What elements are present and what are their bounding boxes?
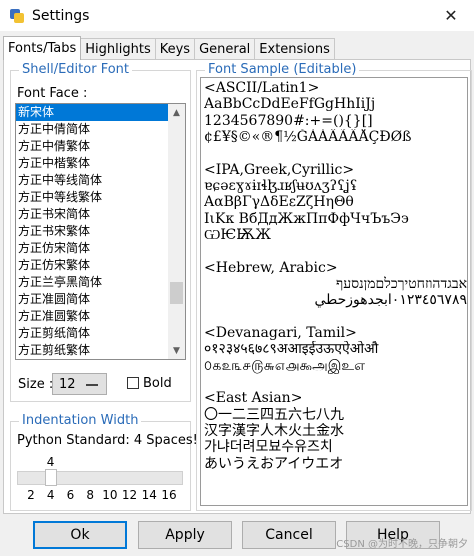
font-list: 新宋体 方正中倩简体 方正中倩繁体 方正中楷繁体 方正中等线简体 方正中等线繁体 方正书宋简…: [16, 104, 168, 359]
sample-line: <ASCII/Latin1>: [204, 80, 320, 96]
scroll-down-icon[interactable]: ▼: [168, 342, 185, 359]
sample-line: ɐɕəɛɣɤɨɪɬɮɹʁʃʉʊʌʒʔʕʝʢ: [204, 178, 358, 195]
slider-tick-label: 2: [27, 488, 35, 502]
slider-tick-label: 6: [66, 488, 75, 502]
font-list-item[interactable]: 方正兰亭黑简体: [16, 274, 168, 291]
size-label: Size :: [18, 377, 54, 392]
cancel-button[interactable]: Cancel: [242, 521, 336, 549]
tab-fonts-tabs[interactable]: Fonts/Tabs: [3, 36, 82, 60]
sample-line: 1234567890#:+=(){}[]: [204, 112, 373, 129]
font-sample-text: <ASCII/Latin1> AaBbCcDdEeFfGgHhIiJj 123456…: [201, 78, 467, 472]
sample-line: AaBbCcDdEeFfGgHhIiJj: [204, 96, 376, 113]
sample-line: <East Asian>: [204, 390, 303, 407]
sample-line: ௦௧௨௩௪௫௬௭௮௯அஇஉஎ: [204, 357, 365, 374]
slider-tick-label: 4: [46, 488, 55, 502]
tab-bar: Fonts/Tabs Highlights Keys General Exten…: [3, 36, 335, 60]
slider-tick-label: 14: [141, 488, 157, 502]
bold-checkbox[interactable]: [127, 377, 139, 389]
font-face-label: Font Face :: [17, 86, 88, 101]
scroll-thumb[interactable]: [170, 282, 183, 304]
sample-line: <Devanagari, Tamil>: [204, 324, 357, 341]
tab-general[interactable]: General: [194, 38, 256, 59]
sample-blank-line: [204, 309, 467, 325]
title-bar: Settings ✕: [0, 0, 474, 31]
slider-tick-label: 8: [86, 488, 94, 502]
tab-extensions[interactable]: Extensions: [254, 38, 335, 59]
sample-line: <Hebrew, Arabic>: [204, 259, 338, 276]
font-sample-legend: Font Sample (Editable): [205, 62, 360, 78]
sample-line: 가냐더려모뵤수유즈치: [204, 439, 333, 456]
sample-line: 汉字漢字人木火土金水: [204, 422, 344, 439]
sample-blank-line: [204, 146, 467, 162]
indent-slider-ticks: 2 4 6 8 10 12 14 16: [17, 488, 183, 502]
indent-slider-track[interactable]: [17, 471, 183, 485]
sample-line: ΑαΒβΓγΔδΕεΖζΗηΘθ: [204, 194, 354, 211]
font-face-listbox[interactable]: 新宋体 方正中倩简体 方正中倩繁体 方正中楷繁体 方正中等线简体 方正中等线繁体 方正书宋简…: [15, 103, 186, 360]
indent-slider-thumb[interactable]: [44, 469, 57, 486]
indent-value-label: 4: [46, 455, 55, 469]
dropdown-indicator-icon: [86, 384, 98, 386]
bold-label: Bold: [143, 376, 172, 391]
tab-highlights[interactable]: Highlights: [80, 38, 156, 59]
font-list-item[interactable]: 方正书宋简体: [16, 206, 168, 223]
sample-line: ¢£¥§©«®¶½ĞÀÁÂÃÄÅÇÐØß: [204, 129, 412, 146]
font-sample-textarea[interactable]: <ASCII/Latin1> AaBbCcDdEeFfGgHhIiJj 123456…: [200, 77, 468, 506]
font-list-item[interactable]: 方正准圆繁体: [16, 308, 168, 325]
sample-line: ѠѤѬЖ: [204, 227, 271, 244]
font-list-item[interactable]: 方正书宋繁体: [16, 223, 168, 240]
sample-line: ०१२३४५६७८९अआइईउऊएऐओऔ: [204, 341, 379, 358]
sample-blank-line: [204, 244, 467, 260]
indentation-legend: Indentation Width: [19, 413, 142, 429]
font-list-scrollbar[interactable]: ▲ ▼: [168, 104, 185, 359]
sample-line: ٠١٢٣٤٥٦٧٨٩ابجدهوزحطي: [314, 292, 467, 309]
font-list-item[interactable]: 方正中楷繁体: [16, 155, 168, 172]
font-list-item[interactable]: 方正仿宋繁体: [16, 257, 168, 274]
font-list-item[interactable]: 方正中倩繁体: [16, 138, 168, 155]
app-icon: [9, 8, 25, 24]
font-list-item[interactable]: 方正中等线繁体: [16, 189, 168, 206]
shell-font-legend: Shell/Editor Font: [19, 62, 133, 78]
font-list-item[interactable]: 新宋体: [16, 104, 168, 121]
scroll-up-icon[interactable]: ▲: [168, 104, 185, 121]
close-button[interactable]: ✕: [428, 0, 474, 31]
sample-line: 〇一二三四五六七八九: [204, 406, 344, 423]
slider-tick-label: 12: [121, 488, 138, 502]
font-list-item[interactable]: 方正中等线简体: [16, 172, 168, 189]
sample-line: ΙιΚκ ΒбДдЖжПпФфЧчЪъЭэ: [204, 210, 409, 227]
font-size-value: 12: [59, 376, 76, 392]
tab-keys[interactable]: Keys: [154, 38, 196, 59]
sample-line: אבגדהוזחטיךכלםמןנסעף: [335, 276, 467, 293]
font-list-item[interactable]: 方正仿宋简体: [16, 240, 168, 257]
slider-tick-label: 10: [102, 488, 118, 502]
font-list-item[interactable]: 方正准圆简体: [16, 291, 168, 308]
indentation-description: Python Standard: 4 Spaces!: [17, 433, 198, 448]
window-title: Settings: [32, 7, 90, 24]
ok-button[interactable]: Ok: [33, 521, 127, 549]
font-list-item[interactable]: 方正剪纸简体: [16, 325, 168, 342]
slider-tick-label: 16: [161, 488, 177, 502]
sample-line: <IPA,Greek,Cyrillic>: [204, 161, 355, 178]
sample-blank-line: [204, 374, 467, 390]
apply-button[interactable]: Apply: [138, 521, 232, 549]
watermark: CSDN @为时不晚，只争朝夕: [336, 539, 468, 550]
font-list-item[interactable]: 方正剪纸繁体: [16, 342, 168, 359]
sample-line: あいうえおアイウエオ: [204, 455, 344, 472]
font-size-select[interactable]: 12: [52, 373, 107, 395]
font-list-item[interactable]: 方正中倩简体: [16, 121, 168, 138]
